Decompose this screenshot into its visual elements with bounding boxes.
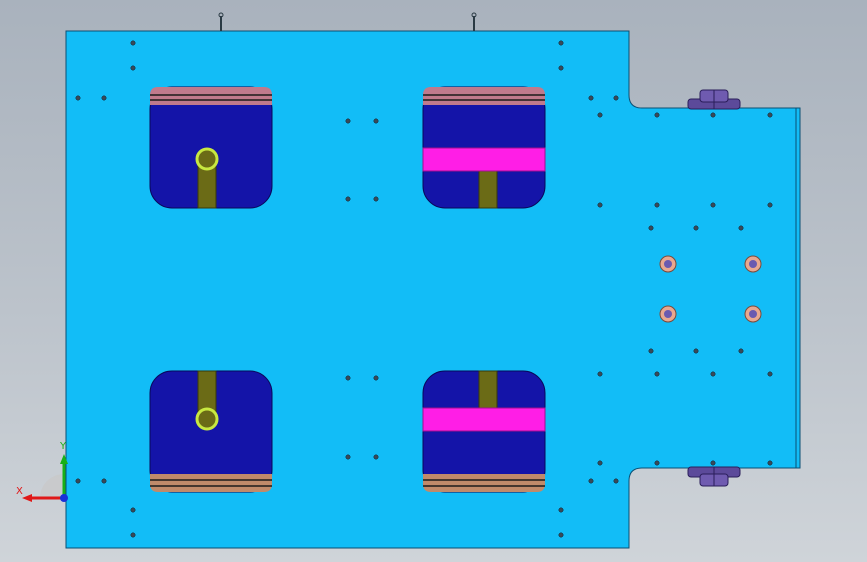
- mounting-hole: [710, 202, 716, 208]
- mounting-hole: [101, 95, 107, 101]
- mounting-hole: [130, 507, 136, 513]
- mounting-hole: [373, 196, 379, 202]
- mounting-hole: [597, 202, 603, 208]
- mounting-hole: [654, 112, 660, 118]
- cad-graphics-viewport[interactable]: X Y: [0, 0, 867, 562]
- clamp-bar-top[interactable]: [422, 147, 546, 172]
- mounting-hole: [75, 478, 81, 484]
- mounting-hole: [767, 460, 773, 466]
- top-clip-right: [471, 12, 477, 31]
- bushing-3[interactable]: [659, 305, 677, 323]
- mounting-hole: [710, 460, 716, 466]
- pocket-top-left[interactable]: [149, 86, 273, 209]
- bushing-2[interactable]: [744, 255, 762, 273]
- pocket-top-right[interactable]: [422, 86, 546, 209]
- mounting-hole: [654, 460, 660, 466]
- mounting-hole: [101, 478, 107, 484]
- mounting-hole: [558, 65, 564, 71]
- pocket-bottom-left[interactable]: [149, 370, 273, 493]
- mounting-hole: [767, 202, 773, 208]
- mounting-hole: [710, 371, 716, 377]
- x-axis-label: X: [16, 486, 23, 497]
- top-clip-left: [218, 12, 224, 31]
- mounting-hole: [130, 65, 136, 71]
- mounting-hole: [648, 225, 654, 231]
- mounting-hole: [597, 371, 603, 377]
- mounting-hole: [75, 95, 81, 101]
- mounting-hole: [693, 348, 699, 354]
- mounting-hole: [654, 202, 660, 208]
- mounting-hole: [558, 40, 564, 46]
- mounting-hole: [588, 95, 594, 101]
- bushing-1[interactable]: [659, 255, 677, 273]
- mounting-hole: [693, 225, 699, 231]
- mounting-hole: [130, 40, 136, 46]
- mounting-hole: [345, 196, 351, 202]
- mounting-hole: [613, 95, 619, 101]
- mounting-hole: [767, 112, 773, 118]
- mounting-hole: [597, 460, 603, 466]
- mounting-hole: [710, 112, 716, 118]
- mounting-hole: [597, 112, 603, 118]
- clamp-bar-bottom[interactable]: [422, 407, 546, 432]
- mounting-hole: [373, 454, 379, 460]
- mounting-hole: [345, 118, 351, 124]
- bushing-4[interactable]: [744, 305, 762, 323]
- mounting-hole: [130, 532, 136, 538]
- y-axis-label: Y: [60, 441, 67, 452]
- mounting-hole: [738, 225, 744, 231]
- mounting-hole: [373, 375, 379, 381]
- mounting-hole: [373, 118, 379, 124]
- mounting-hole: [738, 348, 744, 354]
- mounting-hole: [648, 348, 654, 354]
- z-axis-dot-icon: [60, 494, 68, 502]
- mounting-hole: [613, 478, 619, 484]
- plate-model-view[interactable]: [0, 0, 867, 562]
- mounting-hole: [654, 371, 660, 377]
- boss-top[interactable]: [687, 89, 741, 110]
- mounting-hole: [558, 532, 564, 538]
- mounting-hole: [345, 454, 351, 460]
- mounting-hole: [558, 507, 564, 513]
- mounting-hole: [345, 375, 351, 381]
- mounting-hole: [588, 478, 594, 484]
- boss-bottom[interactable]: [687, 466, 741, 487]
- mounting-hole: [767, 371, 773, 377]
- pocket-bottom-right[interactable]: [422, 370, 546, 493]
